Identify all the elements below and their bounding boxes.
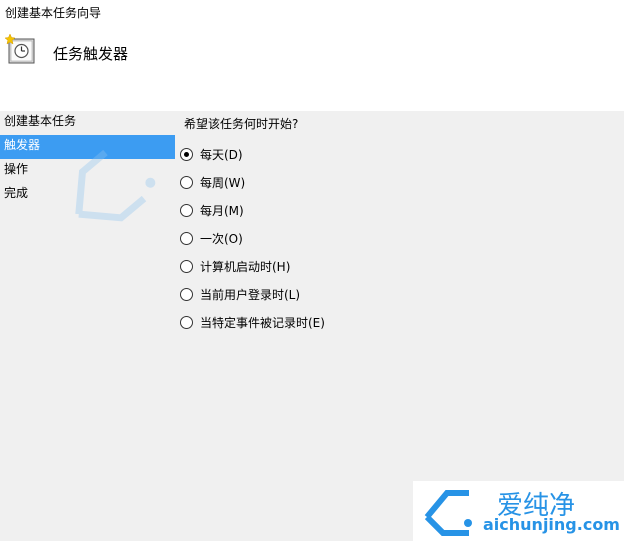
radio-at-logon[interactable]: [180, 287, 193, 301]
option-weekly-label: 每周(W): [200, 175, 246, 190]
option-on-event-label: 当特定事件被记录时(E): [200, 315, 325, 330]
watermark-site: aichunjing.com: [483, 515, 620, 534]
nav-item-trigger[interactable]: 触发器: [0, 135, 175, 159]
nav-item-create-basic-task[interactable]: 创建基本任务: [0, 111, 175, 135]
radio-at-startup[interactable]: [180, 259, 193, 273]
radio-once[interactable]: [180, 231, 193, 245]
header-area: 创建基本任务向导 任务触发器: [0, 0, 624, 111]
option-daily-label: 每天(D): [200, 147, 243, 162]
option-daily[interactable]: 每天(D): [180, 140, 325, 168]
option-monthly[interactable]: 每月(M): [180, 196, 325, 224]
option-once[interactable]: 一次(O): [180, 224, 325, 252]
watermark-brand: 爱纯净: [497, 491, 576, 521]
watermark-badge: 爱纯净 aichunjing.com: [413, 481, 624, 541]
wizard-steps-nav: 创建基本任务 触发器 操作 完成: [0, 111, 175, 207]
option-monthly-label: 每月(M): [200, 203, 244, 218]
option-at-logon[interactable]: 当前用户登录时(L): [180, 280, 325, 308]
option-once-label: 一次(O): [200, 231, 243, 246]
radio-monthly[interactable]: [180, 203, 193, 217]
radio-on-event[interactable]: [180, 315, 193, 329]
radio-daily[interactable]: [180, 147, 193, 161]
option-weekly[interactable]: 每周(W): [180, 168, 325, 196]
option-at-startup[interactable]: 计算机启动时(H): [180, 252, 325, 280]
trigger-options: 每天(D) 每周(W) 每月(M) 一次(O) 计算机启动时(H) 当前用户登录…: [180, 140, 325, 336]
clock-task-icon: [4, 33, 35, 64]
option-on-event[interactable]: 当特定事件被记录时(E): [180, 308, 325, 336]
watermark-badge-logo-icon: [424, 490, 472, 536]
nav-item-action[interactable]: 操作: [0, 159, 175, 183]
page-title: 任务触发器: [53, 45, 129, 63]
trigger-question: 希望该任务何时开始?: [184, 117, 299, 131]
window-title: 创建基本任务向导: [5, 6, 102, 20]
option-at-startup-label: 计算机启动时(H): [200, 259, 291, 274]
option-at-logon-label: 当前用户登录时(L): [200, 287, 301, 302]
nav-item-finish[interactable]: 完成: [0, 183, 175, 207]
radio-weekly[interactable]: [180, 175, 193, 189]
